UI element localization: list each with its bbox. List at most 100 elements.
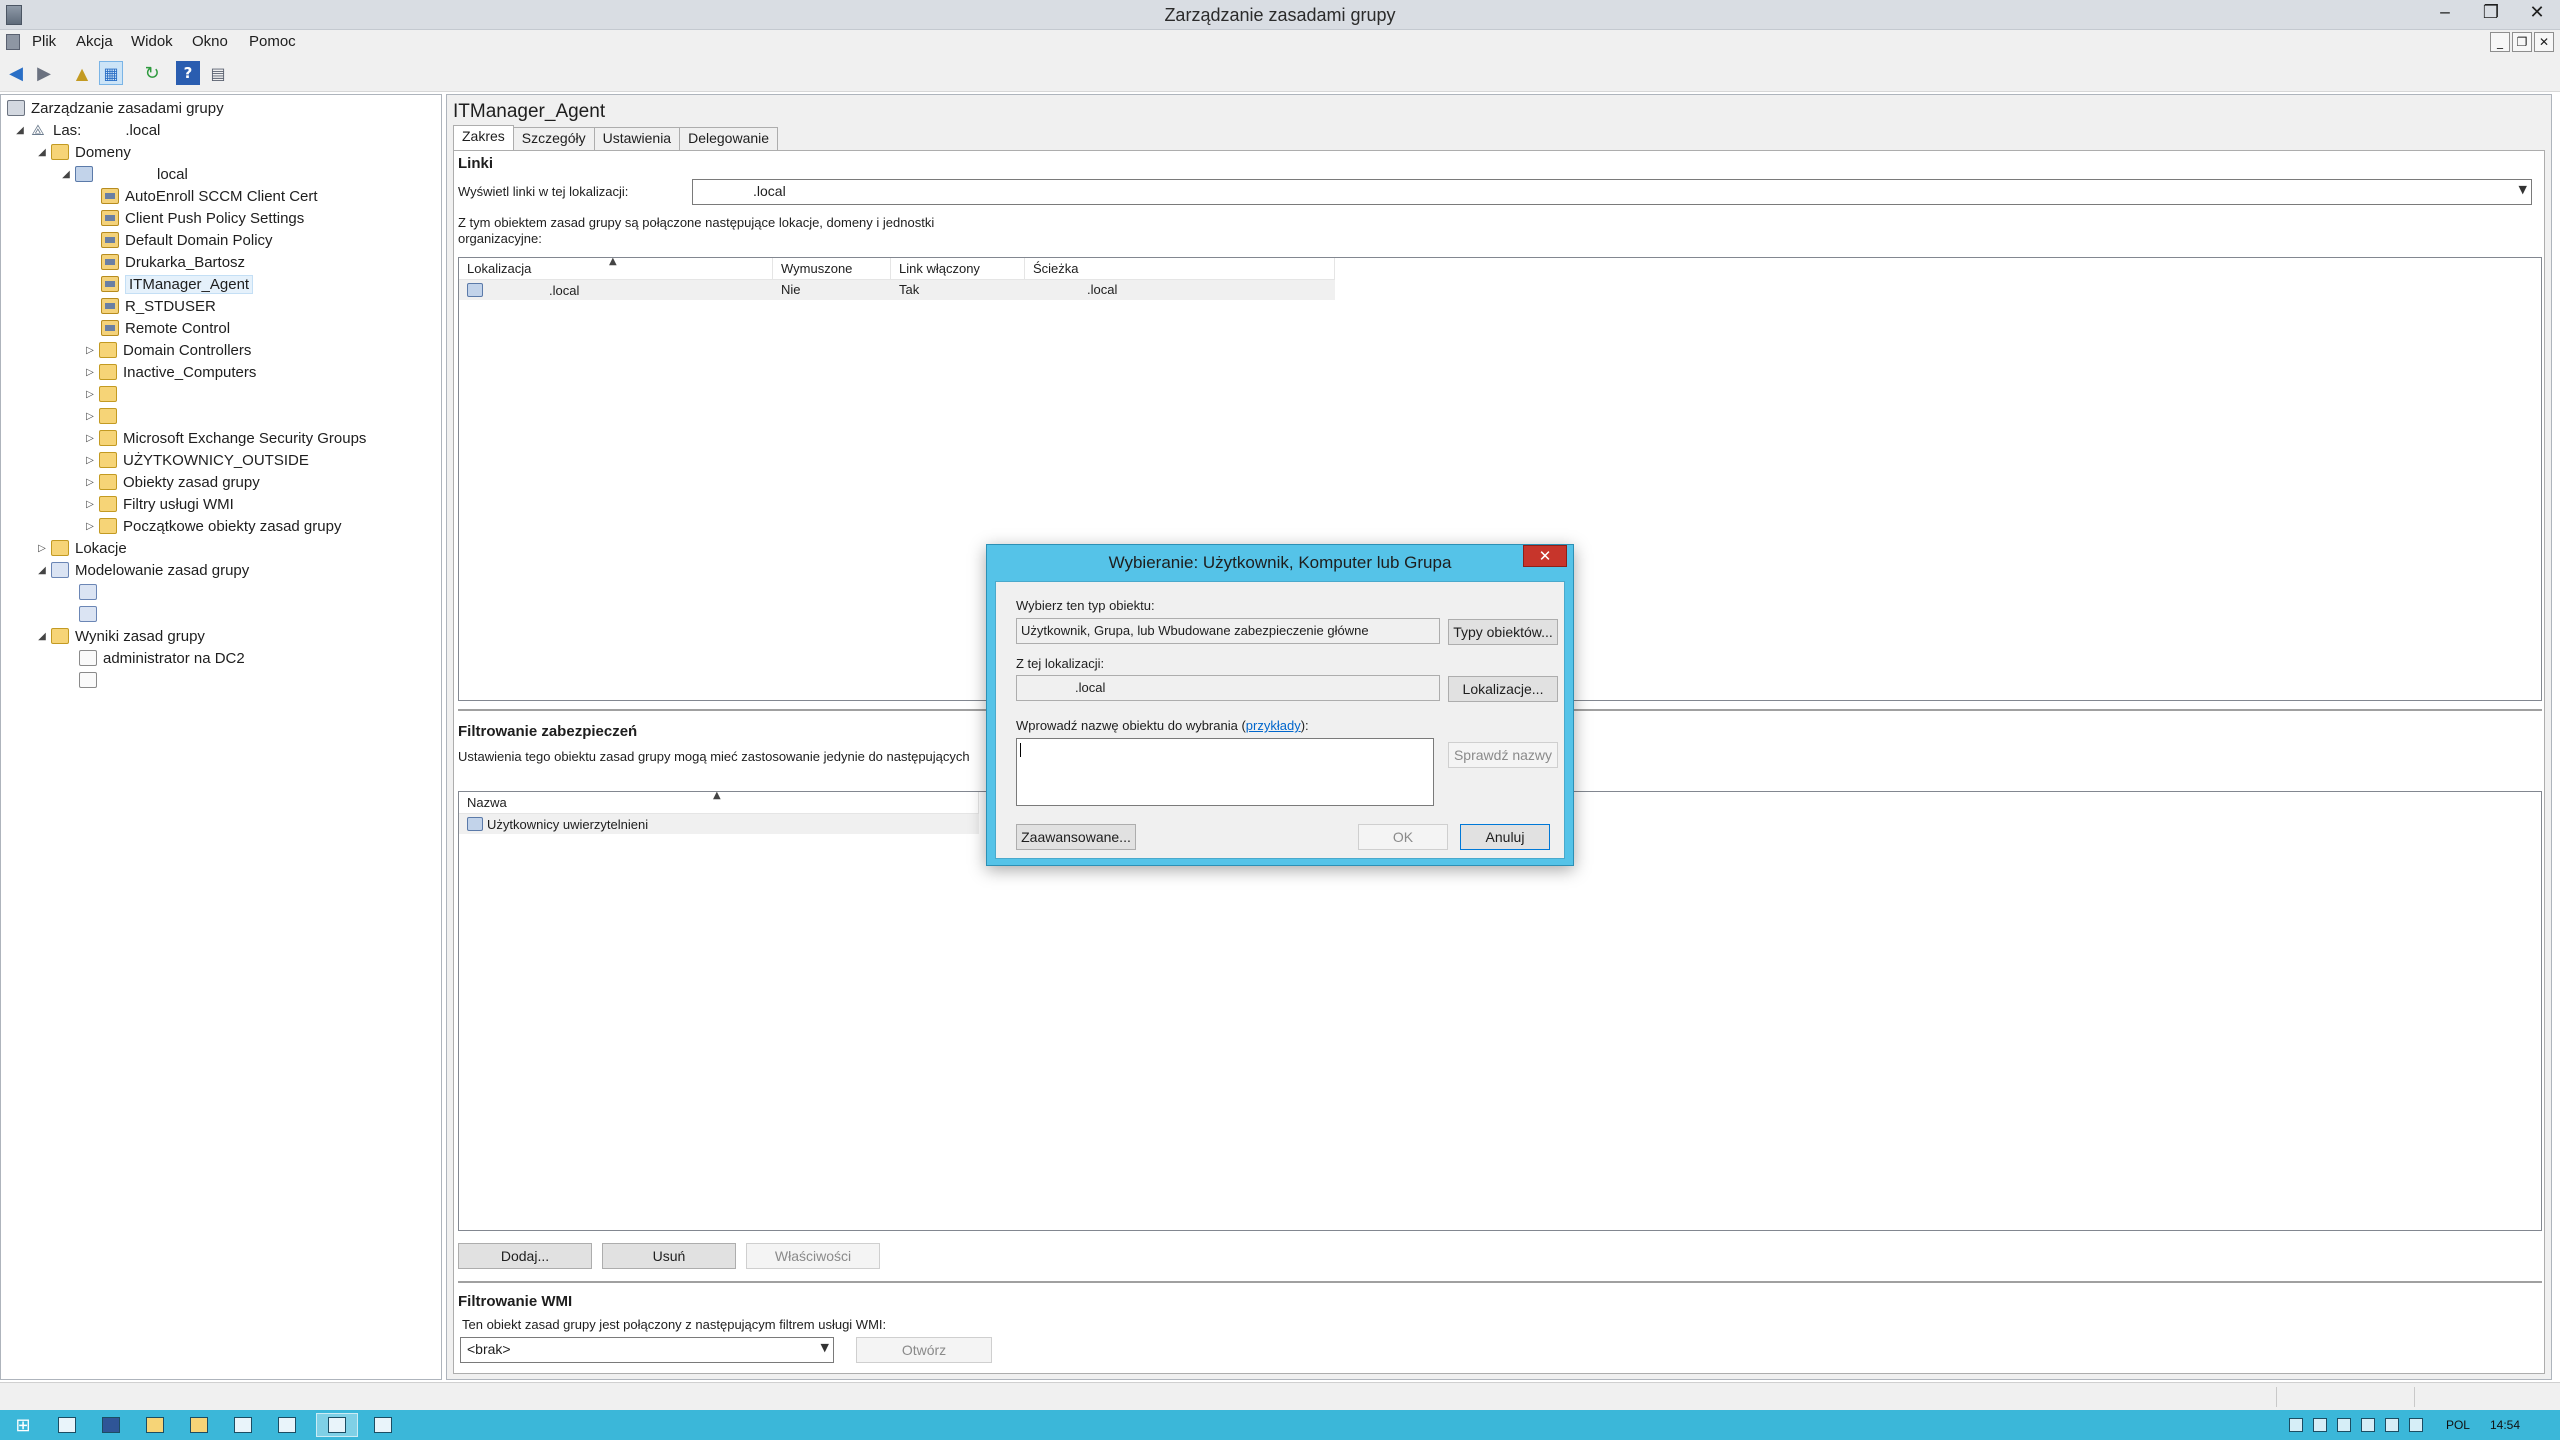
chevron-down-icon[interactable]: ▼ — [2519, 183, 2527, 196]
tree-results-item[interactable]: administrator na DC2 — [77, 647, 245, 669]
tree-root[interactable]: Zarządzanie zasadami grupy — [5, 97, 224, 119]
collapsed-icon[interactable]: ▷ — [83, 477, 97, 488]
collapsed-icon[interactable]: ▷ — [83, 389, 97, 400]
menu-akcja[interactable]: Akcja — [76, 33, 113, 50]
console-tree[interactable]: Zarządzanie zasadami grupy ◢ ⟁ Las: .loc… — [0, 94, 442, 1380]
back-arrow-icon[interactable]: ◀ — [4, 61, 28, 85]
location-combobox[interactable]: .local ▼ — [692, 179, 2532, 205]
tray-flag-icon[interactable] — [2336, 1418, 2351, 1432]
taskbar-explorer[interactable] — [134, 1413, 176, 1437]
collapsed-icon[interactable]: ▷ — [83, 433, 97, 444]
taskbar-server-manager[interactable] — [46, 1413, 88, 1437]
tree-domain[interactable]: ◢ local — [59, 163, 188, 185]
collapsed-icon[interactable]: ▷ — [83, 455, 97, 466]
tree-gpo-link[interactable]: AutoEnroll SCCM Client Cert — [99, 185, 318, 207]
tree-gpo-objects[interactable]: ▷ Obiekty zasad grupy — [83, 471, 260, 493]
tray-network-icon[interactable] — [2384, 1418, 2399, 1432]
tree-gpo-link[interactable]: R_STDUSER — [99, 295, 216, 317]
tab-ustawienia[interactable]: Ustawienia — [593, 127, 681, 151]
wmi-filter-combobox[interactable]: <brak> ▼ — [460, 1337, 834, 1363]
column-link-wlaczony[interactable]: Link włączony — [891, 258, 1025, 280]
menu-okno[interactable]: Okno — [192, 33, 228, 50]
child-restore-button[interactable]: ❐ — [2512, 32, 2532, 52]
tree-domains[interactable]: ◢ Domeny — [35, 141, 131, 163]
collapsed-icon[interactable]: ▷ — [35, 543, 49, 554]
collapsed-icon[interactable]: ▷ — [83, 367, 97, 378]
tree-ou[interactable]: ▷ UŻYTKOWNICY_OUTSIDE — [83, 449, 309, 471]
collapsed-icon[interactable]: ▷ — [83, 345, 97, 356]
forward-arrow-icon[interactable]: ▶ — [32, 61, 56, 85]
chevron-down-icon[interactable]: ▼ — [821, 1341, 829, 1354]
collapsed-icon[interactable]: ▷ — [83, 499, 97, 510]
restore-button[interactable]: ❐ — [2468, 0, 2514, 24]
pane-splitter[interactable] — [458, 1281, 2542, 1283]
column-sciezka[interactable]: Ścieżka — [1025, 258, 1335, 280]
expanded-icon[interactable]: ◢ — [35, 565, 49, 576]
tray-sync-icon[interactable] — [2312, 1418, 2327, 1432]
taskbar-network[interactable] — [222, 1413, 264, 1437]
locations-button[interactable]: Lokalizacje... — [1448, 676, 1558, 702]
tree-results-item[interactable] — [77, 669, 103, 691]
add-button[interactable]: Dodaj... — [458, 1243, 592, 1269]
tree-ou[interactable]: ▷ — [83, 405, 123, 427]
tree-wmi-filters[interactable]: ▷ Filtry usługi WMI — [83, 493, 234, 515]
tree-gpo-link[interactable]: Default Domain Policy — [99, 229, 273, 251]
properties-button[interactable]: Właściwości — [746, 1243, 880, 1269]
tab-zakres[interactable]: Zakres — [453, 125, 514, 151]
column-lokalizacja[interactable]: Lokalizacja ▲ — [459, 258, 773, 280]
input-language[interactable]: POL — [2446, 1418, 2470, 1432]
tree-results[interactable]: ◢ Wyniki zasad grupy — [35, 625, 205, 647]
tree-modeling[interactable]: ◢ Modelowanie zasad grupy — [35, 559, 249, 581]
menu-plik[interactable]: Plik — [32, 33, 56, 50]
tree-gpo-link-selected[interactable]: ITManager_Agent — [99, 273, 254, 295]
tab-delegowanie[interactable]: Delegowanie — [679, 127, 779, 151]
tray-app-icon[interactable] — [2288, 1418, 2303, 1432]
taskbar-folder[interactable] — [178, 1413, 220, 1437]
column-wymuszone[interactable]: Wymuszone — [773, 258, 891, 280]
tree-gpo-link[interactable]: Client Push Policy Settings — [99, 207, 304, 229]
tree-ou[interactable]: ▷ Domain Controllers — [83, 339, 251, 361]
tree-ou[interactable]: ▷ Microsoft Exchange Security Groups — [83, 427, 366, 449]
tray-monitor-icon[interactable] — [2360, 1418, 2375, 1432]
tree-modeling-item[interactable] — [77, 603, 103, 625]
minimize-button[interactable]: ‒ — [2422, 0, 2468, 24]
expanded-icon[interactable]: ◢ — [35, 147, 49, 158]
tree-modeling-item[interactable] — [77, 581, 103, 603]
examples-link[interactable]: przykłady — [1246, 718, 1301, 733]
cancel-button[interactable]: Anuluj — [1460, 824, 1550, 850]
tree-forest[interactable]: ◢ ⟁ Las: .local — [13, 119, 160, 141]
remove-button[interactable]: Usuń — [602, 1243, 736, 1269]
object-names-input[interactable] — [1016, 738, 1434, 806]
view-icon[interactable]: ▤ — [206, 61, 230, 85]
expanded-icon[interactable]: ◢ — [59, 169, 73, 180]
document-icon[interactable] — [6, 34, 20, 50]
expanded-icon[interactable]: ◢ — [35, 631, 49, 642]
tree-ou[interactable]: ▷ — [83, 383, 123, 405]
child-minimize-button[interactable]: _ — [2490, 32, 2510, 52]
tab-szczegoly[interactable]: Szczegóły — [512, 127, 595, 151]
menu-pomoc[interactable]: Pomoc — [249, 33, 296, 50]
open-button[interactable]: Otwórz — [856, 1337, 992, 1363]
expanded-icon[interactable]: ◢ — [13, 125, 27, 136]
help-icon[interactable]: ? — [176, 61, 200, 85]
table-row[interactable]: .local Nie Tak .local — [459, 280, 1335, 300]
table-row[interactable]: Użytkownicy uwierzytelnieni — [459, 814, 979, 834]
clock[interactable]: 14:54 — [2490, 1418, 2520, 1432]
tree-ou[interactable]: ▷ Inactive_Computers — [83, 361, 256, 383]
show-hide-console-tree-icon[interactable]: ▦ — [99, 61, 123, 85]
menu-widok[interactable]: Widok — [131, 33, 173, 50]
collapsed-icon[interactable]: ▷ — [83, 411, 97, 422]
tree-sites[interactable]: ▷ Lokacje — [35, 537, 127, 559]
child-close-button[interactable]: ✕ — [2534, 32, 2554, 52]
ok-button[interactable]: OK — [1358, 824, 1448, 850]
close-button[interactable]: ✕ — [2514, 0, 2560, 24]
taskbar-editor[interactable] — [362, 1413, 404, 1437]
tree-starter-gpos[interactable]: ▷ Początkowe obiekty zasad grupy — [83, 515, 341, 537]
taskbar-gpmc[interactable] — [316, 1413, 358, 1437]
object-types-button[interactable]: Typy obiektów... — [1448, 619, 1558, 645]
tree-gpo-link[interactable]: Remote Control — [99, 317, 230, 339]
collapsed-icon[interactable]: ▷ — [83, 521, 97, 532]
check-names-button[interactable]: Sprawdź nazwy — [1448, 742, 1558, 768]
start-button[interactable]: ⊞ — [2, 1413, 44, 1437]
up-folder-icon[interactable]: ▲ — [70, 61, 94, 85]
